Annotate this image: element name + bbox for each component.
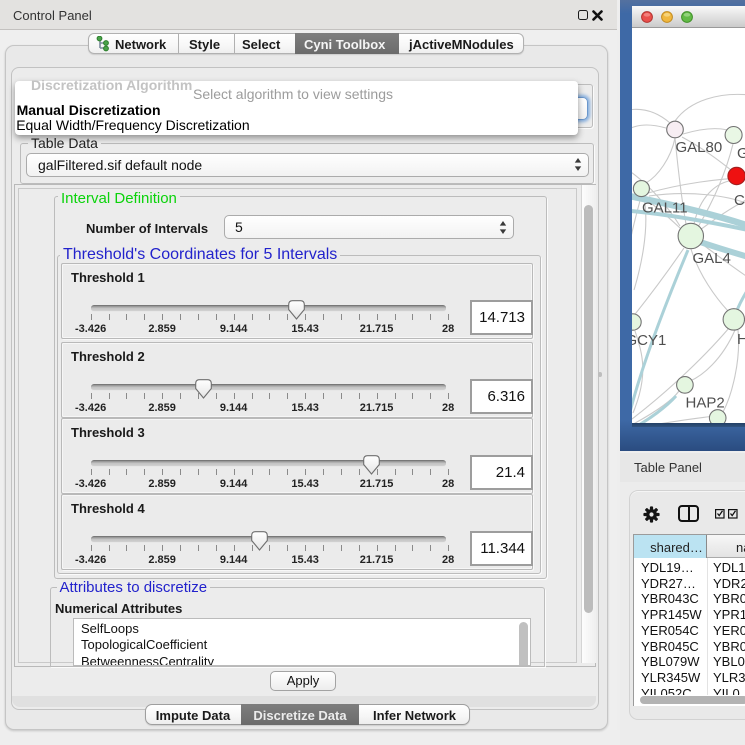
svg-text:HAP2: HAP2: [686, 395, 725, 412]
svg-text:GAL11: GAL11: [642, 200, 688, 217]
svg-text:GAL4: GAL4: [693, 250, 731, 267]
svg-text:GA: GA: [737, 145, 745, 162]
svg-text:GCY1: GCY1: [632, 332, 666, 349]
svg-text:H: H: [737, 331, 745, 348]
svg-text:C: C: [734, 192, 745, 209]
svg-text:GAL80: GAL80: [676, 139, 723, 156]
